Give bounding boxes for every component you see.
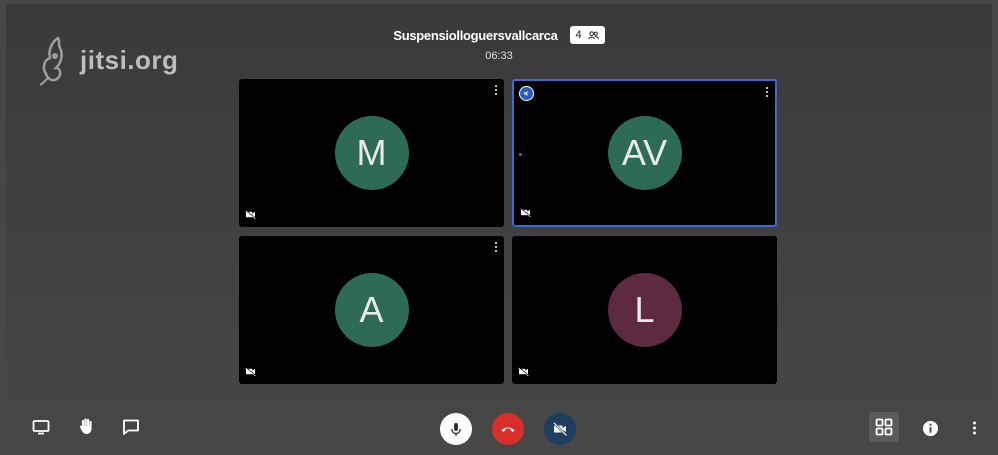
avatar: AV (607, 116, 682, 190)
meeting-header: Suspensiolloguersvallcarca 4 06:33 (6, 26, 992, 62)
camera-muted-icon (520, 208, 531, 217)
meeting-timer: 06:33 (485, 50, 513, 62)
hangup-button[interactable] (492, 413, 524, 445)
camera-muted-icon (245, 210, 256, 219)
screen-share-button[interactable] (30, 416, 52, 438)
more-options-button[interactable] (966, 418, 982, 438)
audio-level-indicator (519, 153, 522, 156)
camera-button[interactable] (544, 413, 576, 445)
participant-tile-l[interactable]: L (512, 236, 777, 384)
screen-share-icon (32, 420, 50, 435)
participant-tile-a[interactable]: A (239, 236, 504, 384)
tile-view-icon (875, 418, 893, 436)
avatar: M (334, 116, 409, 190)
participant-tile-m[interactable]: M (239, 79, 504, 227)
camera-muted-icon (518, 367, 529, 376)
participant-tile-av[interactable]: AV (512, 79, 777, 227)
info-icon (922, 420, 938, 436)
participant-count-badge[interactable]: 4 (569, 26, 605, 44)
tile-view-button[interactable] (869, 412, 899, 442)
tile-menu-icon[interactable] (494, 85, 498, 97)
raise-hand-button[interactable] (76, 415, 98, 437)
info-button[interactable] (920, 418, 940, 438)
participant-count: 4 (575, 29, 582, 41)
more-options-icon (972, 421, 976, 435)
participants-icon (588, 30, 599, 39)
meeting-title: Suspensiolloguersvallcarca (393, 27, 558, 43)
camera-muted-icon (245, 367, 256, 376)
microphone-icon (451, 423, 461, 436)
chat-button[interactable] (120, 416, 142, 438)
tile-menu-icon[interactable] (765, 87, 769, 99)
tile-menu-icon[interactable] (494, 242, 498, 254)
dominant-speaker-icon (519, 86, 534, 101)
conference-stage: jitsi.org Suspensiolloguersvallcarca 4 0… (6, 4, 992, 450)
avatar: A (334, 273, 409, 347)
microphone-button[interactable] (440, 413, 472, 445)
hangup-icon (501, 427, 515, 432)
avatar: L (607, 273, 682, 347)
chat-icon (123, 419, 139, 435)
raise-hand-icon (79, 418, 92, 434)
camera-off-icon (553, 422, 568, 437)
